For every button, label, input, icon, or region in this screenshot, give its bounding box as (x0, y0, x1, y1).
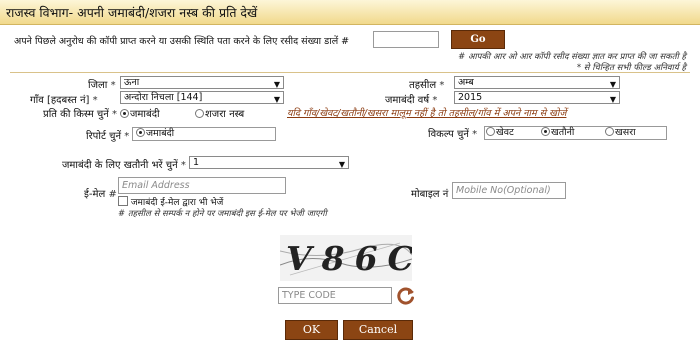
year-value: 2015 (458, 92, 483, 103)
tehsil-value: अम्ब (458, 77, 474, 88)
option-khewat[interactable]: खेवट (486, 127, 514, 139)
email-checkbox-wrap[interactable]: जमाबंदी ई-मेल द्वारा भी भेजें (118, 195, 223, 208)
report-value: जमाबंदी (146, 128, 175, 139)
tehsil-label: तहसील (409, 80, 437, 91)
email-label: ई-मेल (84, 189, 106, 200)
go-button[interactable]: Go (451, 30, 505, 49)
radio-selected-icon[interactable] (120, 109, 129, 118)
option-khasra-label: खसरा (615, 127, 636, 138)
village-value: अन्दोरा निचला [144] (124, 92, 203, 103)
year-label-wrap: जमाबंदी वर्ष * (385, 95, 438, 106)
report-option-box[interactable]: जमाबंदी (132, 127, 276, 141)
email-note: # तहसील से सम्पर्क न होने पर जमाबंदी इस … (118, 209, 327, 219)
captcha-image: V86C (280, 235, 412, 281)
radio-icon[interactable] (605, 127, 614, 136)
receipt-note: # आपकी आर ओ आर कॉपी रसीद संख्या ज्ञात कर… (458, 52, 686, 62)
chevron-down-icon: ▼ (273, 95, 280, 104)
ok-button[interactable]: OK (285, 320, 338, 340)
mobile-input[interactable] (452, 182, 566, 199)
divider (10, 72, 690, 73)
captcha-field[interactable] (279, 288, 391, 303)
option-khatauni-label: खतौनी (551, 127, 575, 138)
option-box[interactable]: खेवट खतौनी खसरा (484, 126, 667, 140)
page-title: राजस्व विभाग- अपनी जमाबंदी/शजरा नस्ब की … (6, 5, 258, 20)
radio-selected-icon[interactable] (541, 127, 550, 136)
search-by-name-link[interactable]: यदि गाँव/खेवट/खतौनी/खसरा मालूम नहीं है त… (287, 106, 566, 119)
receipt-number-field[interactable] (374, 32, 438, 47)
khatauni-label-wrap: जमाबंदी के लिए खतौनी भरें चुनें * (62, 160, 186, 171)
tehsil-select[interactable]: अम्ब ▼ (454, 76, 620, 89)
year-select[interactable]: 2015 ▼ (454, 91, 620, 104)
email-checkbox-label: जमाबंदी ई-मेल द्वारा भी भेजें (130, 198, 224, 208)
report-label-wrap: रिपोर्ट चुनें * (86, 131, 130, 142)
khatauni-select[interactable]: 1 ▼ (189, 156, 349, 169)
year-label: जमाबंदी वर्ष (385, 95, 430, 106)
refresh-icon[interactable] (396, 286, 416, 306)
village-select[interactable]: अन्दोरा निचला [144] ▼ (120, 91, 284, 104)
mobile-field[interactable] (453, 183, 565, 198)
captcha-input[interactable] (278, 287, 392, 304)
district-label: जिला (88, 80, 108, 91)
receipt-label: अपने पिछले अनुरोध की कॉपी प्राप्त करने य… (14, 36, 350, 47)
checkbox-icon[interactable] (118, 196, 128, 206)
district-label-wrap: जिला * (88, 80, 116, 91)
email-label-wrap: ई-मेल # (84, 189, 117, 200)
radio-selected-icon[interactable] (136, 128, 145, 137)
option-label-wrap: विकल्प चुनें * (428, 129, 478, 140)
report-label: रिपोर्ट चुनें (86, 131, 122, 142)
village-label: गाँव [हदबस्त नं] (30, 95, 90, 106)
captcha-text: V86C (286, 239, 412, 278)
option-khewat-label: खेवट (496, 127, 514, 138)
village-label-wrap: गाँव [हदबस्त नं] * (30, 95, 98, 106)
cancel-button[interactable]: Cancel (343, 320, 413, 340)
option-khatauni[interactable]: खतौनी (541, 127, 574, 139)
receipt-number-input[interactable] (373, 31, 439, 48)
mobile-label: मोबाइल नं (411, 189, 449, 200)
option-label: विकल्प चुनें (428, 129, 469, 140)
chevron-down-icon: ▼ (609, 95, 616, 104)
copytype-option-jamabandi[interactable]: जमाबंदी (120, 106, 160, 120)
copytype-opt1-label: जमाबंदी (130, 109, 160, 120)
copytype-option-shajra[interactable]: शजरा नस्ब (195, 106, 244, 120)
khatauni-label: जमाबंदी के लिए खतौनी भरें चुनें (62, 160, 178, 171)
page-header: राजस्व विभाग- अपनी जमाबंदी/शजरा नस्ब की … (0, 0, 700, 25)
district-select[interactable]: ऊना ▼ (120, 76, 284, 89)
chevron-down-icon: ▼ (273, 80, 280, 89)
email-field[interactable] (119, 178, 285, 193)
chevron-down-icon: ▼ (338, 160, 345, 169)
option-khasra[interactable]: खसरा (605, 127, 636, 139)
copytype-label-wrap: प्रति की किस्म चुनें * (43, 109, 118, 120)
district-value: ऊना (124, 77, 140, 88)
email-input[interactable] (118, 177, 286, 194)
radio-icon[interactable] (486, 127, 495, 136)
khatauni-value: 1 (193, 157, 200, 168)
copytype-opt2-label: शजरा नस्ब (205, 109, 245, 120)
radio-icon[interactable] (195, 109, 204, 118)
tehsil-label-wrap: तहसील * (409, 80, 445, 91)
chevron-down-icon: ▼ (609, 80, 616, 89)
copytype-label: प्रति की किस्म चुनें (43, 109, 109, 120)
